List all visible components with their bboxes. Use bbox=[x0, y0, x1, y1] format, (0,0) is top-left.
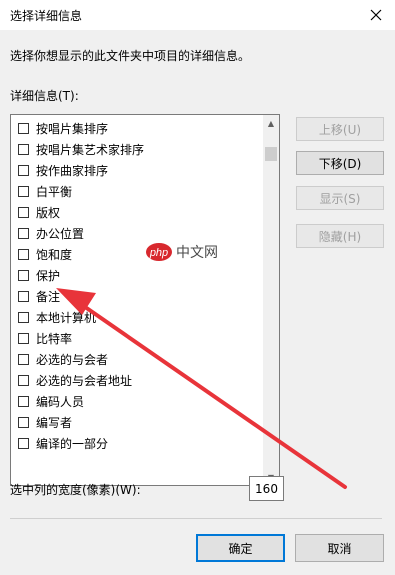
scroll-thumb[interactable] bbox=[265, 147, 277, 161]
list-item-label: 编码人员 bbox=[36, 395, 85, 409]
ok-button[interactable]: 确定 bbox=[196, 534, 285, 562]
list-item-label: 办公位置 bbox=[36, 227, 85, 241]
list-item-label: 编译的一部分 bbox=[36, 437, 109, 451]
list-item-label: 白平衡 bbox=[36, 185, 73, 199]
checkbox[interactable] bbox=[18, 144, 29, 155]
details-scrollbar[interactable]: ▲ ▼ bbox=[263, 115, 279, 485]
close-icon bbox=[370, 9, 382, 21]
hide-button[interactable]: 隐藏(H) bbox=[296, 224, 384, 248]
move-up-button[interactable]: 上移(U) bbox=[296, 117, 384, 141]
checkbox[interactable] bbox=[18, 291, 29, 302]
list-item-label: 比特率 bbox=[36, 332, 73, 346]
checkbox[interactable] bbox=[18, 207, 29, 218]
close-button[interactable] bbox=[365, 4, 387, 26]
list-item-label: 编写者 bbox=[36, 416, 73, 430]
column-width-input[interactable]: 160 bbox=[249, 476, 284, 501]
checkbox[interactable] bbox=[18, 375, 29, 386]
column-width-label: 选中列的宽度(像素)(W): bbox=[10, 483, 141, 497]
checkbox[interactable] bbox=[18, 228, 29, 239]
list-item-label: 备注 bbox=[36, 290, 61, 304]
list-item-label: 保护 bbox=[36, 269, 61, 283]
list-item[interactable]: 白平衡 bbox=[11, 181, 263, 202]
watermark-text: 中文网 bbox=[176, 245, 218, 261]
list-item[interactable]: 按唱片集排序 bbox=[11, 118, 263, 139]
checkbox[interactable] bbox=[18, 438, 29, 449]
checkbox[interactable] bbox=[18, 186, 29, 197]
list-item-label: 按作曲家排序 bbox=[36, 164, 109, 178]
list-item[interactable]: 备注 bbox=[11, 286, 263, 307]
checkbox[interactable] bbox=[18, 417, 29, 428]
list-item[interactable]: 必选的与会者地址 bbox=[11, 370, 263, 391]
list-item[interactable]: 保护 bbox=[11, 265, 263, 286]
list-item-label: 按唱片集排序 bbox=[36, 122, 109, 136]
move-down-button[interactable]: 下移(D) bbox=[296, 151, 384, 175]
checkbox[interactable] bbox=[18, 312, 29, 323]
checkbox[interactable] bbox=[18, 354, 29, 365]
checkbox[interactable] bbox=[18, 333, 29, 344]
title-bar: 选择详细信息 bbox=[0, 0, 395, 30]
show-button[interactable]: 显示(S) bbox=[296, 186, 384, 210]
checkbox[interactable] bbox=[18, 165, 29, 176]
list-item[interactable]: 版权 bbox=[11, 202, 263, 223]
checkbox[interactable] bbox=[18, 123, 29, 134]
details-list-label: 详细信息(T): bbox=[10, 89, 79, 103]
separator bbox=[10, 518, 382, 519]
checkbox[interactable] bbox=[18, 396, 29, 407]
list-item[interactable]: 必选的与会者 bbox=[11, 349, 263, 370]
list-item[interactable]: 编译的一部分 bbox=[11, 433, 263, 454]
list-item[interactable]: 按唱片集艺术家排序 bbox=[11, 139, 263, 160]
checkbox[interactable] bbox=[18, 270, 29, 281]
dialog-title: 选择详细信息 bbox=[10, 9, 83, 23]
list-item-label: 按唱片集艺术家排序 bbox=[36, 143, 145, 157]
list-item-label: 版权 bbox=[36, 206, 61, 220]
list-item[interactable]: 本地计算机 bbox=[11, 307, 263, 328]
list-item-label: 本地计算机 bbox=[36, 311, 97, 325]
details-list-items: 按唱片集排序按唱片集艺术家排序 按作曲家排序 白平衡版权办公位置饱和度保护备注本地计… bbox=[11, 118, 263, 454]
watermark: php 中文网 bbox=[145, 240, 245, 267]
watermark-brand: php bbox=[149, 247, 168, 259]
checkbox[interactable] bbox=[18, 249, 29, 260]
details-list[interactable]: 按唱片集排序按唱片集艺术家排序 按作曲家排序 白平衡版权办公位置饱和度保护备注本地计… bbox=[10, 114, 280, 486]
list-item[interactable]: 编码人员 bbox=[11, 391, 263, 412]
list-item-label: 饱和度 bbox=[36, 248, 73, 262]
cancel-button[interactable]: 取消 bbox=[295, 534, 384, 562]
scroll-up-icon[interactable]: ▲ bbox=[263, 115, 279, 131]
list-item-label: 必选的与会者 bbox=[36, 353, 109, 367]
list-item[interactable]: 比特率 bbox=[11, 328, 263, 349]
instruction-text: 选择你想显示的此文件夹中项目的详细信息。 bbox=[10, 49, 251, 63]
list-item[interactable]: 按作曲家排序 bbox=[11, 160, 263, 181]
dialog-body: 选择你想显示的此文件夹中项目的详细信息。 详细信息(T): 按唱片集排序 按唱片集… bbox=[0, 30, 395, 575]
list-item[interactable]: 编写者 bbox=[11, 412, 263, 433]
list-item-label: 必选的与会者地址 bbox=[36, 374, 133, 388]
